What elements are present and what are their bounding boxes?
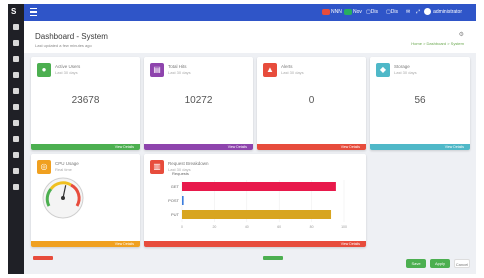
chart-icon: ▤ [150, 63, 164, 77]
card-value: 56 [414, 95, 426, 106]
topbar-item-1[interactable]: NNN [322, 8, 342, 17]
storage-icon: ◆ [376, 63, 390, 77]
sidebar-server-icon[interactable] [13, 88, 19, 94]
bar-put[interactable] [182, 210, 332, 219]
x-tick-label: 80 [310, 225, 314, 229]
top-navbar: NNN Nov ▢Dis ▢Dis ✉ ⤢ administrator [24, 4, 476, 21]
bar-get[interactable] [182, 182, 336, 191]
card-footer[interactable]: View Details [31, 241, 140, 247]
sidebar-mail-icon[interactable] [13, 120, 19, 126]
x-tick-label: 60 [277, 225, 281, 229]
user-icon: ● [37, 63, 51, 77]
bottom-card-stub-left [33, 256, 53, 260]
card-subtitle: Last 30 days [281, 70, 304, 75]
sidebar-cloud-icon[interactable] [13, 56, 19, 62]
category-label: PUT [171, 212, 180, 217]
stat-card-users: ● Active Users Last 30 days 23678 View D… [31, 57, 140, 150]
bar-chart: 0 20 40 60 80 100 GET POST PUT [168, 180, 347, 229]
x-tick-label: 20 [212, 225, 216, 229]
card-subtitle: Last 30 days [55, 70, 78, 75]
category-label: GET [171, 184, 180, 189]
avatar [424, 8, 432, 16]
card-title: Active Users [55, 64, 81, 69]
sidebar: S [8, 4, 24, 274]
gauge-dial [42, 177, 84, 219]
gauge-icon: ◎ [37, 160, 51, 174]
bar-post[interactable] [182, 196, 184, 205]
card-value: 10272 [184, 95, 213, 106]
user-menu[interactable]: administrator [424, 8, 462, 17]
bottom-card-stub-right [263, 256, 283, 260]
topbar-item-2[interactable]: Nov [344, 8, 362, 17]
alert-icon: ▲ [263, 63, 277, 77]
card-title: CPU Usage [55, 161, 79, 166]
status-icon [344, 8, 352, 15]
cancel-button[interactable]: Cancel [454, 259, 470, 268]
card-title: Storage [394, 64, 410, 69]
app-window: S NNN Nov ▢Dis ▢Dis ✉ ⤢ administrator Da… [8, 4, 476, 274]
sidebar-file-icon[interactable] [13, 168, 19, 174]
x-tick-label: 0 [181, 225, 183, 229]
sidebar-users-icon[interactable] [13, 40, 19, 46]
x-tick-label: 40 [245, 225, 249, 229]
card-footer[interactable]: View Details [257, 144, 366, 150]
flag-icon [322, 8, 330, 15]
card-footer[interactable]: View Details [370, 144, 470, 150]
topbar-item-4[interactable]: ▢Dis [386, 8, 398, 17]
hamburger-menu-icon[interactable] [30, 8, 37, 17]
fullscreen-icon[interactable]: ⤢ [416, 8, 420, 17]
stat-card-hits: ▤ Total Hits Last 30 days 10272 View Det… [144, 57, 253, 150]
settings-icon[interactable]: ⚙ [459, 31, 464, 38]
save-button[interactable]: Save [406, 259, 426, 268]
x-tick-label: 100 [341, 225, 347, 229]
topbar-item-3[interactable]: ▢Dis [366, 8, 378, 17]
gauge-card: ◎ CPU Usage Real time View Details [31, 154, 140, 247]
stat-card-alerts: ▲ Alerts Last 30 days 0 View Details [257, 57, 366, 150]
card-title: Request Breakdown [168, 161, 209, 166]
card-title: Total Hits [168, 64, 187, 69]
page-subtitle: Last updated a few minutes ago [35, 43, 92, 48]
sidebar-bell-icon[interactable] [13, 136, 19, 142]
card-footer[interactable]: View Details [144, 144, 253, 150]
card-title: Alerts [281, 64, 293, 69]
sidebar-settings-icon[interactable] [13, 104, 19, 110]
sidebar-home-icon[interactable] [13, 24, 19, 30]
sidebar-chart-icon[interactable] [13, 72, 19, 78]
card-footer[interactable]: View Details [31, 144, 140, 150]
apply-button[interactable]: Apply [430, 259, 450, 268]
category-label: POST [168, 198, 179, 203]
page-header: Dashboard - System Last updated a few mi… [24, 21, 476, 53]
breadcrumb[interactable]: Home > Dashboard > System [411, 41, 464, 46]
app-logo: S [11, 7, 17, 16]
bar-icon: ▥ [150, 160, 164, 174]
chart-card: ▥ Request Breakdown Last 30 days Request… [144, 154, 366, 247]
card-subtitle: Real time [55, 167, 72, 172]
card-footer[interactable]: View Details [144, 241, 366, 247]
stat-card-storage: ◆ Storage Last 30 days 56 View Details [370, 57, 470, 150]
card-subtitle: Last 30 days [168, 70, 191, 75]
card-value: 0 [308, 95, 315, 106]
notifications-icon[interactable]: ✉ [406, 8, 410, 17]
sidebar-help-icon[interactable] [13, 184, 19, 190]
card-value: 23678 [71, 95, 100, 106]
sidebar-lock-icon[interactable] [13, 152, 19, 158]
page-title: Dashboard - System [35, 32, 108, 41]
card-subtitle: Last 30 days [394, 70, 417, 75]
